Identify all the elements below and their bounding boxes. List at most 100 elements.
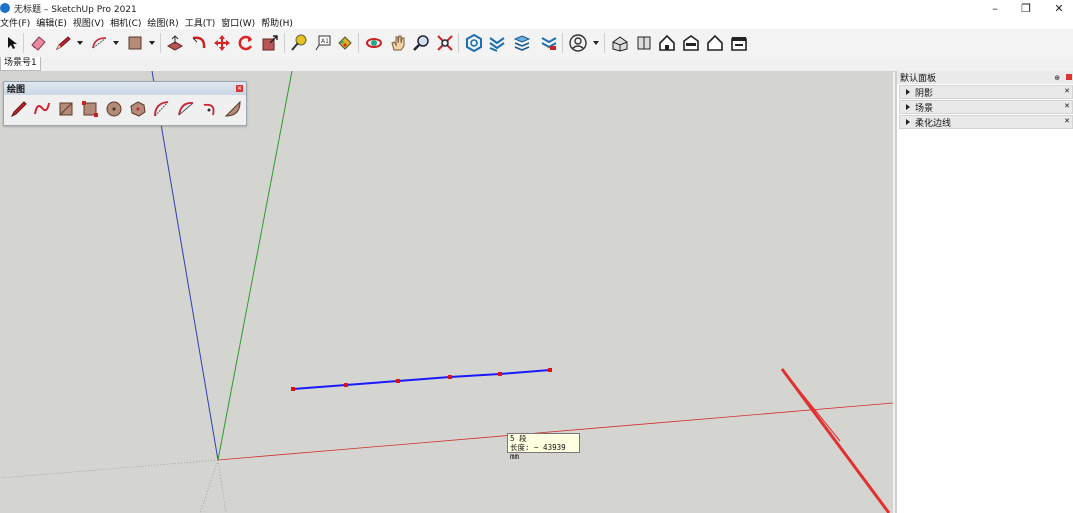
menu-view[interactable]: 视图(V) [73, 16, 104, 29]
move-icon[interactable] [212, 33, 232, 53]
tray-pin-icon[interactable]: ⊕ [1054, 74, 1060, 82]
orbit-icon[interactable] [364, 33, 384, 53]
tooltip-length: 长度: ~ 43939 mm [510, 443, 566, 461]
scene-tab[interactable]: 场景号1 [0, 57, 41, 71]
rectangle-tool-icon[interactable] [57, 100, 77, 120]
tray-section-soften-edges[interactable]: 柔化边线 ✕ [899, 115, 1073, 129]
tooltip-segments: 5 段 [510, 434, 527, 443]
back-view-icon[interactable] [705, 33, 725, 53]
palette-close-icon[interactable]: ✕ [236, 85, 243, 92]
main-toolbar: A1 [0, 29, 1073, 58]
freehand-icon[interactable] [33, 100, 53, 120]
vertex-point [396, 379, 400, 383]
line-tool-icon[interactable] [10, 100, 30, 120]
section-close-icon[interactable]: ✕ [1064, 117, 1070, 125]
drawn-segment-line [292, 369, 551, 390]
follow-me-icon[interactable] [189, 33, 209, 53]
three-point-arc-icon[interactable] [201, 100, 221, 120]
section-label: 阴影 [915, 88, 934, 99]
vertex-point [498, 372, 502, 376]
rectangle-icon[interactable] [125, 33, 145, 53]
rotated-rectangle-icon[interactable] [81, 100, 101, 120]
svg-text:A1: A1 [321, 38, 329, 45]
menu-help[interactable]: 帮助(H) [261, 16, 293, 29]
text-tool-icon[interactable]: A1 [313, 33, 333, 53]
scale-icon[interactable] [260, 33, 280, 53]
arc-tool-icon[interactable] [153, 100, 173, 120]
push-pull-icon[interactable] [165, 33, 185, 53]
menu-tools[interactable]: 工具(T) [185, 16, 216, 29]
sketchup-logo-icon [0, 3, 10, 13]
tray-section-shadows[interactable]: 阴影 ✕ [899, 85, 1073, 99]
account-icon[interactable] [568, 33, 588, 53]
section-close-icon[interactable]: ✕ [1064, 102, 1070, 110]
right-view-icon[interactable] [681, 33, 701, 53]
shape-dropdown-icon[interactable] [149, 41, 155, 45]
section-label: 柔化边线 [915, 118, 952, 129]
measurement-tooltip: 5 段 长度: ~ 43939 mm [507, 433, 580, 461]
vertex-point [291, 387, 295, 391]
close-button[interactable]: ✕ [1045, 1, 1073, 15]
components-icon[interactable] [539, 33, 559, 53]
pencil-icon[interactable] [54, 33, 74, 53]
tray-close-icon[interactable] [1066, 73, 1072, 80]
iso-view-icon[interactable] [610, 33, 630, 53]
expand-arrow-icon [906, 119, 910, 125]
arc-dropdown-icon[interactable] [113, 41, 119, 45]
z-axis [151, 71, 219, 461]
expand-arrow-icon [906, 104, 910, 110]
rotate-icon[interactable] [236, 33, 256, 53]
zoom-icon[interactable] [411, 33, 431, 53]
palette-header[interactable]: 绘图 ✕ [4, 82, 246, 95]
y-axis [217, 71, 293, 461]
x-axis-negative [0, 459, 219, 479]
menu-draw[interactable]: 绘图(R) [147, 16, 178, 29]
circle-tool-icon[interactable] [105, 100, 125, 120]
top-view-icon[interactable] [634, 33, 654, 53]
expand-arrow-icon [906, 89, 910, 95]
menu-window[interactable]: 窗口(W) [221, 16, 255, 29]
restore-button[interactable]: ❐ [1012, 1, 1040, 15]
extension-warehouse-icon[interactable] [487, 33, 507, 53]
draw-tools-palette[interactable]: 绘图 ✕ [3, 81, 247, 126]
paint-bucket-icon[interactable] [335, 33, 355, 53]
red-edge-line-thin [781, 368, 841, 442]
title-bar: 无标题 – SketchUp Pro 2021 – ❐ ✕ [0, 0, 1073, 16]
front-view-icon[interactable] [657, 33, 677, 53]
default-tray: 默认面板 ⊕ 阴影 ✕ 场景 ✕ 柔化边线 ✕ [895, 71, 1073, 513]
account-dropdown-icon[interactable] [593, 41, 599, 45]
section-close-icon[interactable]: ✕ [1064, 87, 1070, 95]
layout-send-icon[interactable] [512, 33, 532, 53]
window-title: 无标题 – SketchUp Pro 2021 [14, 4, 137, 15]
tape-measure-icon[interactable] [289, 33, 309, 53]
scene-tab-bar: 场景号1 [0, 57, 1073, 72]
vertex-point [448, 375, 452, 379]
pie-tool-icon[interactable] [224, 100, 244, 120]
polygon-tool-icon[interactable] [129, 100, 149, 120]
menu-file[interactable]: 文件(F) [0, 16, 30, 29]
line-dropdown-icon[interactable] [77, 41, 83, 45]
vertex-point [344, 383, 348, 387]
minimize-button[interactable]: – [981, 1, 1009, 15]
menu-bar: 文件(F) 编辑(E) 视图(V) 相机(C) 绘图(R) 工具(T) 窗口(W… [0, 16, 1073, 29]
eraser-icon[interactable] [28, 33, 48, 53]
palette-title: 绘图 [7, 85, 26, 95]
left-view-icon[interactable] [729, 33, 749, 53]
vertex-point [548, 368, 552, 372]
select-tool-icon[interactable] [2, 33, 22, 53]
menu-edit[interactable]: 编辑(E) [36, 16, 67, 29]
tray-title: 默认面板 [900, 74, 937, 84]
y-axis-negative [199, 459, 219, 513]
z-axis-negative [217, 459, 227, 513]
tray-header: 默认面板 ⊕ [897, 71, 1073, 84]
model-viewport[interactable]: 绘图 ✕ 5 段 长度: ~ 43939 mm [0, 71, 893, 513]
pan-hand-icon[interactable] [388, 33, 408, 53]
menu-camera[interactable]: 相机(C) [110, 16, 141, 29]
two-point-arc-icon[interactable] [177, 100, 197, 120]
viewport-canvas[interactable] [0, 71, 893, 513]
tray-section-scenes[interactable]: 场景 ✕ [899, 100, 1073, 114]
3d-warehouse-icon[interactable] [464, 33, 484, 53]
zoom-extents-icon[interactable] [435, 33, 455, 53]
red-edge-line [780, 368, 891, 513]
arc-icon[interactable] [90, 33, 110, 53]
